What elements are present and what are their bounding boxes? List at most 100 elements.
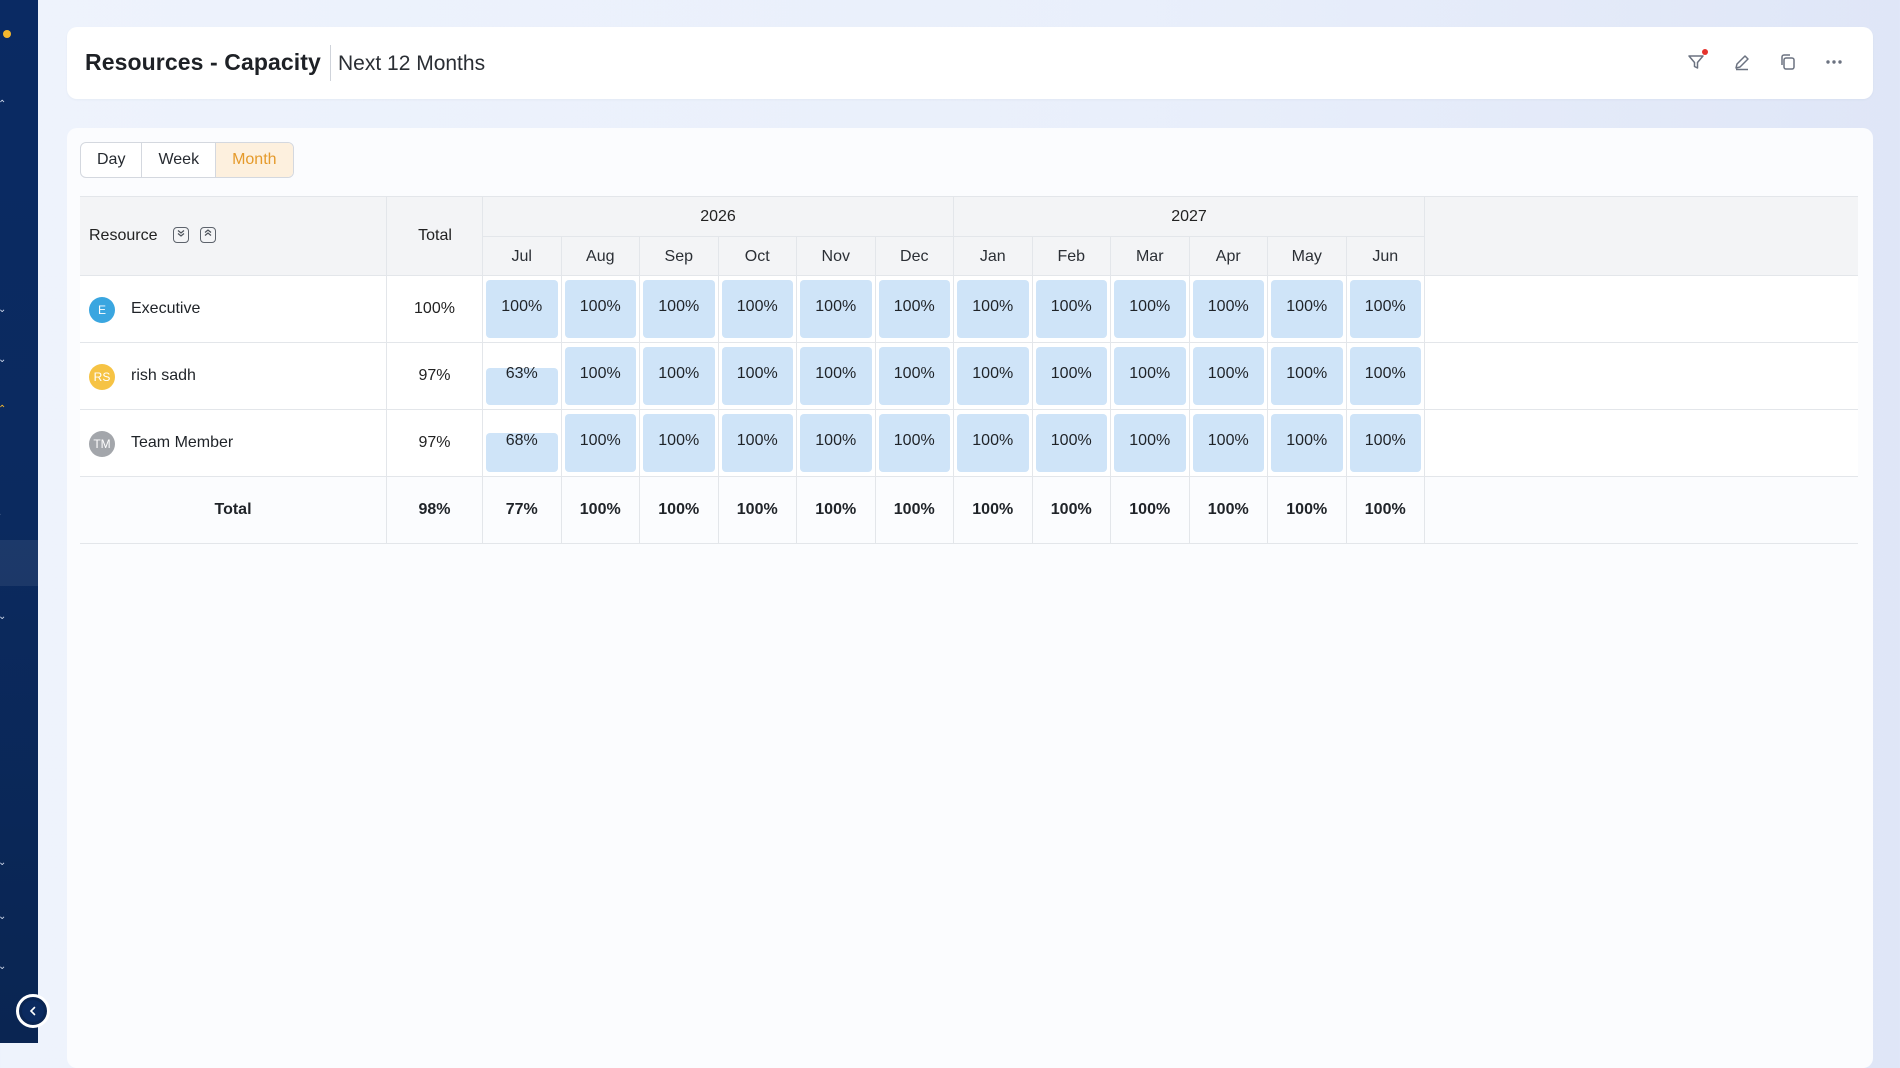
- capacity-cell[interactable]: 100%: [954, 343, 1033, 409]
- capacity-value: 100%: [1364, 298, 1406, 315]
- capacity-value: 100%: [1050, 298, 1092, 315]
- capacity-cell[interactable]: 100%: [797, 410, 876, 476]
- capacity-cell[interactable]: 100%: [1268, 276, 1347, 342]
- capacity-cell[interactable]: 100%: [483, 276, 562, 342]
- nav-item-icon[interactable]: ⌄: [0, 962, 8, 972]
- month-header: Sep: [640, 237, 719, 277]
- notification-dot-icon: [3, 30, 11, 38]
- resource-name[interactable]: rish sadh: [131, 367, 196, 385]
- edit-icon[interactable]: [1729, 49, 1755, 75]
- expand-all-icon[interactable]: [173, 227, 189, 243]
- capacity-cell[interactable]: 100%: [1033, 410, 1111, 476]
- more-icon[interactable]: [1821, 49, 1847, 75]
- nav-item-icon[interactable]: ⌄: [0, 912, 8, 922]
- capacity-cell[interactable]: 100%: [1190, 410, 1268, 476]
- capacity-cell[interactable]: 68%: [483, 410, 562, 476]
- resource-total: 100%: [387, 276, 483, 342]
- capacity-cell[interactable]: 100%: [876, 410, 954, 476]
- capacity-value: 100%: [972, 365, 1014, 382]
- resource-row[interactable]: TM Team Member 97% 68% 100% 100% 100% 100% 100% 1…: [80, 410, 1858, 477]
- capacity-cell[interactable]: 100%: [562, 343, 640, 409]
- capacity-cell[interactable]: 100%: [562, 410, 640, 476]
- capacity-cell[interactable]: 100%: [719, 276, 797, 342]
- nav-chevron-icon[interactable]: ⌃: [0, 100, 8, 110]
- month-header: Jan: [954, 237, 1033, 277]
- capacity-cell[interactable]: 100%: [1190, 276, 1268, 342]
- nav-item-icon[interactable]: ⌄: [0, 858, 8, 868]
- view-month-button[interactable]: Month: [216, 143, 293, 177]
- nav-active-item[interactable]: [0, 540, 38, 586]
- capacity-cell[interactable]: 100%: [1347, 276, 1425, 342]
- capacity-value: 100%: [1050, 432, 1092, 449]
- month-total: 100%: [876, 477, 954, 543]
- capacity-cell[interactable]: 100%: [1111, 343, 1190, 409]
- capacity-cell[interactable]: 100%: [1268, 410, 1347, 476]
- resource-header-label: Resource: [89, 227, 158, 244]
- capacity-cell[interactable]: 100%: [640, 276, 719, 342]
- capacity-cell[interactable]: 100%: [1347, 343, 1425, 409]
- capacity-cell[interactable]: 100%: [797, 343, 876, 409]
- resource-name[interactable]: Team Member: [131, 434, 233, 452]
- capacity-cell[interactable]: 63%: [483, 343, 562, 409]
- grid-header: Resource Total 2026 2027 Jul Aug Sep Oct Nov D…: [80, 196, 1858, 277]
- capacity-cell[interactable]: 100%: [876, 343, 954, 409]
- capacity-cell[interactable]: 100%: [1347, 410, 1425, 476]
- capacity-cell[interactable]: 100%: [1033, 343, 1111, 409]
- nav-item-icon[interactable]: ⌄: [0, 305, 8, 315]
- month-total: 100%: [1033, 477, 1111, 543]
- nav-item-icon[interactable]: ⌄: [0, 612, 8, 622]
- capacity-cell[interactable]: 100%: [640, 343, 719, 409]
- capacity-cell[interactable]: 100%: [640, 410, 719, 476]
- capacity-cell[interactable]: 100%: [562, 276, 640, 342]
- collapse-sidebar-button[interactable]: [16, 994, 50, 1028]
- grand-total: 98%: [387, 477, 483, 543]
- capacity-cell[interactable]: 100%: [876, 276, 954, 342]
- capacity-value: 100%: [1129, 432, 1171, 449]
- capacity-value: 100%: [893, 365, 935, 382]
- resource-column-header: Resource: [80, 197, 387, 277]
- capacity-value: 100%: [1050, 365, 1092, 382]
- page-title: Resources - Capacity: [85, 49, 321, 75]
- capacity-cell[interactable]: 100%: [1111, 276, 1190, 342]
- month-header: Oct: [719, 237, 797, 277]
- collapse-all-icon[interactable]: [200, 227, 216, 243]
- filter-active-dot: [1702, 49, 1708, 55]
- capacity-cell[interactable]: 100%: [797, 276, 876, 342]
- capacity-cell[interactable]: 100%: [954, 276, 1033, 342]
- resource-cell: E Executive: [80, 276, 387, 342]
- copy-icon[interactable]: [1775, 49, 1801, 75]
- month-header: Jul: [483, 237, 562, 277]
- resource-total: 97%: [387, 343, 483, 409]
- capacity-cell[interactable]: 100%: [1033, 276, 1111, 342]
- capacity-value: 100%: [736, 298, 778, 315]
- month-total: 77%: [483, 477, 562, 543]
- view-week-button[interactable]: Week: [142, 143, 217, 177]
- capacity-cell[interactable]: 100%: [1190, 343, 1268, 409]
- capacity-cell[interactable]: 100%: [719, 343, 797, 409]
- capacity-cell[interactable]: 100%: [719, 410, 797, 476]
- nav-item-icon[interactable]: ·: [0, 510, 8, 520]
- capacity-value: 100%: [1286, 432, 1328, 449]
- totals-label: Total: [80, 477, 387, 543]
- view-day-button[interactable]: Day: [81, 143, 143, 177]
- capacity-cell[interactable]: 100%: [1111, 410, 1190, 476]
- view-toggle: Day Week Month: [80, 142, 294, 178]
- avatar: E: [89, 297, 115, 323]
- nav-item-icon[interactable]: ⌄: [0, 355, 8, 365]
- capacity-value: 100%: [658, 298, 700, 315]
- capacity-value: 68%: [505, 432, 538, 449]
- date-range-label[interactable]: Next 12 Months: [338, 52, 485, 76]
- resource-row[interactable]: E Executive 100% 100% 100% 100% 100% 100% 100% 10…: [80, 276, 1858, 343]
- nav-item-icon[interactable]: ⌃: [0, 405, 8, 415]
- capacity-value: 100%: [736, 432, 778, 449]
- filter-icon[interactable]: [1683, 49, 1709, 75]
- resource-name[interactable]: Executive: [131, 300, 200, 318]
- capacity-cell[interactable]: 100%: [1268, 343, 1347, 409]
- resource-row[interactable]: RS rish sadh 97% 63% 100% 100% 100% 100% 100% 100…: [80, 343, 1858, 410]
- avatar: RS: [89, 364, 115, 390]
- capacity-cell[interactable]: 100%: [954, 410, 1033, 476]
- resource-cell: RS rish sadh: [80, 343, 387, 409]
- capacity-value: 100%: [893, 298, 935, 315]
- month-header: Dec: [876, 237, 954, 277]
- totals-row: Total 98% 77% 100% 100% 100% 100% 100% 100% 100% 1…: [80, 477, 1858, 544]
